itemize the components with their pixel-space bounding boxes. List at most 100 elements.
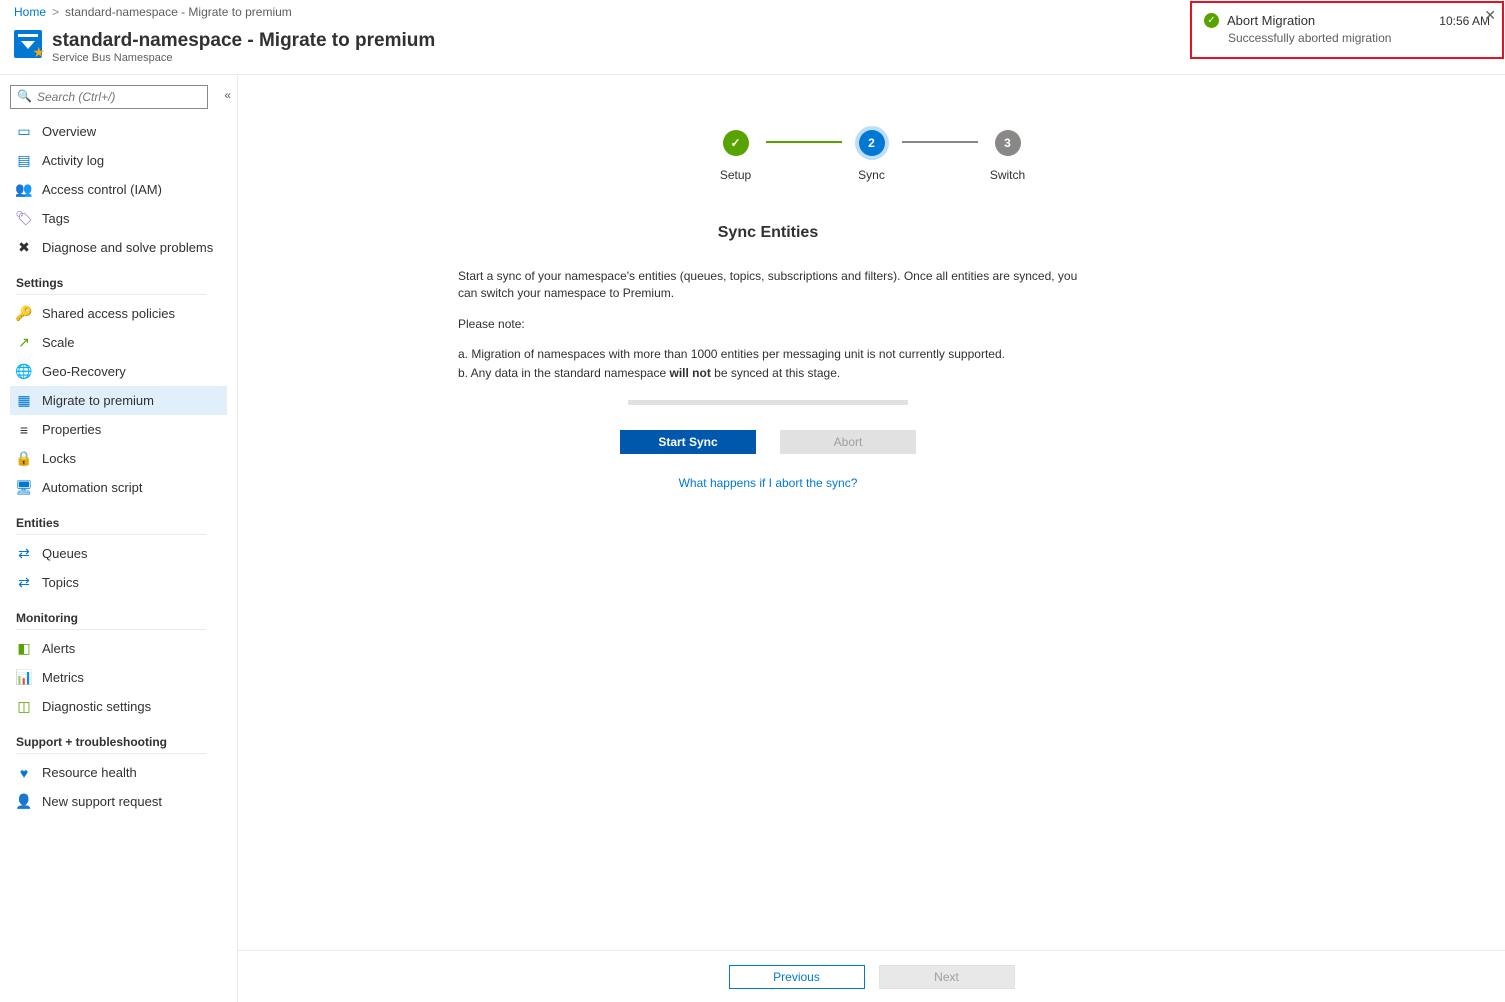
automation-icon: 🖥: [16, 480, 32, 496]
sidebar-item-label: Metrics: [42, 670, 84, 685]
sidebar-item-properties[interactable]: ≡ Properties: [10, 415, 227, 444]
page-title: standard-namespace - Migrate to premium: [52, 30, 435, 52]
key-icon: 🔑: [16, 306, 32, 322]
sidebar-item-label: Properties: [42, 422, 101, 437]
sidebar-item-automation-script[interactable]: 🖥 Automation script: [10, 473, 227, 502]
step-sync-label: Sync: [858, 168, 885, 182]
sidebar-item-locks[interactable]: 🔒 Locks: [10, 444, 227, 473]
sidebar-item-shared-access-policies[interactable]: 🔑 Shared access policies: [10, 299, 227, 328]
section-title: Support + troubleshooting: [10, 735, 227, 749]
migrate-icon: ▦: [16, 393, 32, 409]
sidebar-item-label: Automation script: [42, 480, 142, 495]
sync-note-label: Please note:: [458, 316, 1078, 333]
connector-icon: [902, 141, 978, 143]
overview-icon: ▭: [16, 124, 32, 140]
globe-icon: 🌐: [16, 364, 32, 380]
resource-icon: ★: [14, 30, 42, 58]
sidebar-item-scale[interactable]: ↗ Scale: [10, 328, 227, 357]
sidebar-item-label: Activity log: [42, 153, 104, 168]
sidebar: 🔍 ▭ Overview ▤ Activity log 👥 Access control …: [0, 75, 238, 1002]
wrench-icon: ✖: [16, 240, 32, 256]
sidebar-item-overview[interactable]: ▭ Overview: [10, 117, 227, 146]
success-icon: ✓: [1204, 13, 1219, 28]
stepper: ✓Setup 2Sync 3Switch: [278, 130, 1465, 182]
breadcrumb-home[interactable]: Home: [14, 5, 46, 19]
section-title: Entities: [10, 516, 227, 530]
sidebar-item-label: Shared access policies: [42, 306, 175, 321]
lock-icon: 🔒: [16, 451, 32, 467]
sidebar-item-label: Diagnose and solve problems: [42, 240, 213, 255]
abort-help-link[interactable]: What happens if I abort the sync?: [679, 476, 858, 490]
notification-toast: ✕ ✓ Abort Migration 10:56 AM Successfull…: [1190, 1, 1504, 59]
sidebar-item-label: Tags: [42, 211, 69, 226]
sidebar-item-label: Queues: [42, 546, 88, 561]
alerts-icon: ◧: [16, 641, 32, 657]
tag-icon: 🏷: [16, 211, 32, 227]
connector-icon: [766, 141, 842, 143]
sidebar-item-label: Geo-Recovery: [42, 364, 126, 379]
start-sync-button[interactable]: Start Sync: [620, 430, 756, 454]
divider: [16, 753, 206, 754]
props-icon: ≡: [16, 422, 32, 438]
sidebar-item-geo-recovery[interactable]: 🌐 Geo-Recovery: [10, 357, 227, 386]
section-title: Settings: [10, 276, 227, 290]
footer: Previous Next: [238, 950, 1505, 1002]
sidebar-item-label: Scale: [42, 335, 75, 350]
sync-description: Start a sync of your namespace's entitie…: [458, 268, 1078, 302]
topics-icon: ⇄: [16, 575, 32, 591]
sidebar-item-alerts[interactable]: ◧ Alerts: [10, 634, 227, 663]
main-content: ✓Setup 2Sync 3Switch Sync Entities Start…: [238, 75, 1505, 1002]
divider: [16, 629, 206, 630]
previous-button[interactable]: Previous: [729, 965, 865, 989]
sidebar-item-new-support-request[interactable]: 👤 New support request: [10, 787, 227, 816]
sidebar-item-access-control-iam-[interactable]: 👥 Access control (IAM): [10, 175, 227, 204]
next-button: Next: [879, 965, 1015, 989]
sidebar-item-activity-log[interactable]: ▤ Activity log: [10, 146, 227, 175]
iam-icon: 👥: [16, 182, 32, 198]
sidebar-item-label: Diagnostic settings: [42, 699, 151, 714]
sidebar-item-label: Topics: [42, 575, 79, 590]
toast-time: 10:56 AM: [1439, 14, 1490, 28]
scale-icon: ↗: [16, 335, 32, 351]
toast-title: Abort Migration: [1227, 13, 1431, 28]
sidebar-item-diagnose-and-solve-problems[interactable]: ✖ Diagnose and solve problems: [10, 233, 227, 262]
sidebar-item-queues[interactable]: ⇄ Queues: [10, 539, 227, 568]
step-sync-icon: 2: [859, 130, 885, 156]
sidebar-item-label: New support request: [42, 794, 162, 809]
sidebar-item-diagnostic-settings[interactable]: ◫ Diagnostic settings: [10, 692, 227, 721]
divider: [16, 534, 206, 535]
search-icon: 🔍: [17, 89, 32, 103]
health-icon: ♥: [16, 765, 32, 781]
sidebar-item-label: Locks: [42, 451, 76, 466]
support-icon: 👤: [16, 794, 32, 810]
step-setup-label: Setup: [720, 168, 751, 182]
sidebar-item-tags[interactable]: 🏷 Tags: [10, 204, 227, 233]
queues-icon: ⇄: [16, 546, 32, 562]
sync-note-b: b. Any data in the standard namespace wi…: [458, 365, 1078, 382]
progress-bar: [628, 400, 908, 405]
collapse-sidebar-icon[interactable]: [224, 88, 231, 102]
sidebar-item-migrate-to-premium[interactable]: ▦ Migrate to premium: [10, 386, 227, 415]
resource-type-label: Service Bus Namespace: [52, 52, 435, 64]
breadcrumb-current: standard-namespace - Migrate to premium: [65, 5, 292, 19]
sidebar-item-topics[interactable]: ⇄ Topics: [10, 568, 227, 597]
metrics-icon: 📊: [16, 670, 32, 686]
step-switch-label: Switch: [990, 168, 1025, 182]
sync-heading: Sync Entities: [458, 224, 1078, 242]
sidebar-item-metrics[interactable]: 📊 Metrics: [10, 663, 227, 692]
activitylog-icon: ▤: [16, 153, 32, 169]
sidebar-item-label: Migrate to premium: [42, 393, 154, 408]
toast-message: Successfully aborted migration: [1228, 31, 1490, 45]
breadcrumb-sep-icon: >: [52, 5, 59, 19]
sidebar-item-label: Alerts: [42, 641, 75, 656]
step-switch-icon: 3: [995, 130, 1021, 156]
diag-icon: ◫: [16, 699, 32, 715]
sidebar-item-resource-health[interactable]: ♥Resource health: [10, 758, 227, 787]
search-input[interactable]: [10, 85, 208, 109]
sidebar-item-label: Access control (IAM): [42, 182, 162, 197]
sidebar-item-label: Overview: [42, 124, 96, 139]
abort-button: Abort: [780, 430, 916, 454]
close-icon[interactable]: ✕: [1484, 7, 1496, 24]
divider: [16, 294, 206, 295]
sync-note-a: a. Migration of namespaces with more tha…: [458, 346, 1078, 363]
